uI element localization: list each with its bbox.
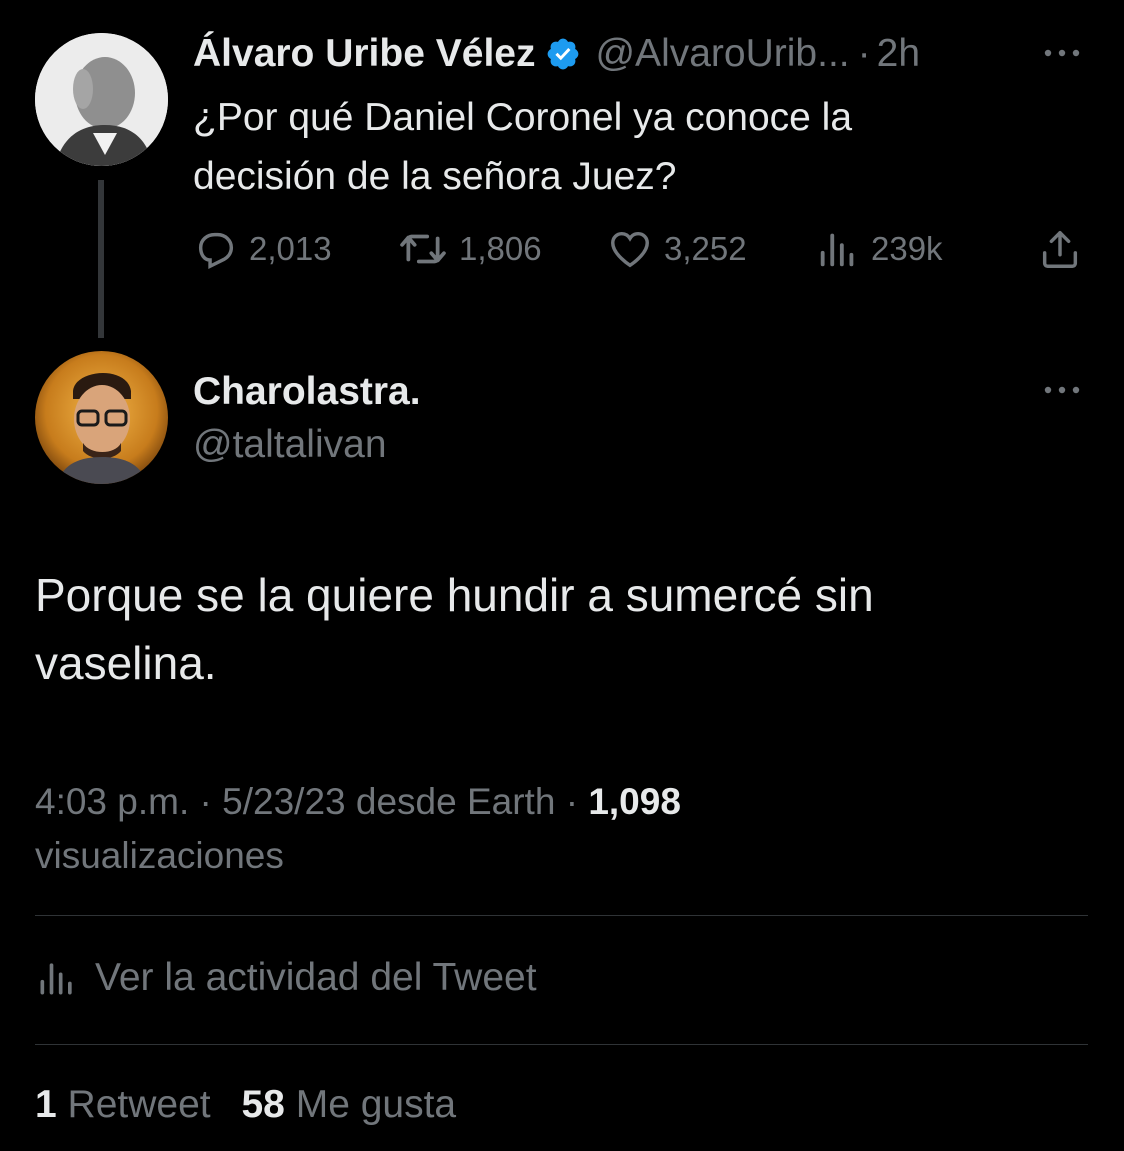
tweet-activity-link[interactable]: Ver la actividad del Tweet xyxy=(35,950,537,1006)
parent-header: Álvaro Uribe Vélez @AlvaroUrib... · 2h xyxy=(193,30,920,78)
reply-more-icon[interactable] xyxy=(1040,375,1084,405)
reply-button[interactable]: 2,013 xyxy=(193,224,332,274)
retweet-total-label: Retweet xyxy=(67,1083,211,1126)
meta-views-label: visualizaciones xyxy=(35,835,284,876)
views-button[interactable]: 239k xyxy=(815,224,943,274)
engagement-stats: 1 Retweet 58 Me gusta xyxy=(35,1078,456,1132)
activity-label: Ver la actividad del Tweet xyxy=(95,956,537,999)
retweet-count: 1,806 xyxy=(459,230,542,267)
parent-time[interactable]: 2h xyxy=(877,32,920,76)
meta-time[interactable]: 4:03 p.m. xyxy=(35,781,189,822)
reply-count: 2,013 xyxy=(249,230,332,267)
like-total-count: 58 xyxy=(241,1083,285,1126)
parent-text: ¿Por qué Daniel Coronel ya conoce la dec… xyxy=(193,88,852,206)
divider-top xyxy=(35,915,1088,916)
reply-author-name[interactable]: Charolastra. xyxy=(193,368,421,416)
parent-text-line2: decisión de la señora Juez? xyxy=(193,155,677,198)
retweet-button[interactable]: 1,806 xyxy=(397,224,542,274)
activity-icon xyxy=(40,963,72,995)
like-total-label: Me gusta xyxy=(295,1083,457,1126)
like-button[interactable]: 3,252 xyxy=(606,224,747,274)
meta-separator-2: · xyxy=(565,781,579,822)
verified-badge-icon xyxy=(548,38,579,70)
meta-date-source: 5/23/23 desde Earth xyxy=(222,781,556,822)
parent-separator: · xyxy=(857,32,871,75)
meta-views-count: 1,098 xyxy=(588,781,681,822)
parent-text-line1: ¿Por qué Daniel Coronel ya conoce la xyxy=(193,96,853,139)
reply-text-line2: vaselina. xyxy=(35,637,217,689)
parent-handle[interactable]: @AlvaroUrib... xyxy=(595,32,849,76)
views-count: 239k xyxy=(871,230,943,267)
retweet-total[interactable]: 1 Retweet xyxy=(35,1083,221,1126)
share-button[interactable] xyxy=(1036,226,1084,277)
reply-handle[interactable]: @taltalivan xyxy=(193,421,387,469)
meta-separator-1: · xyxy=(199,781,212,822)
divider-bottom xyxy=(35,1044,1088,1045)
retweet-total-count: 1 xyxy=(35,1083,57,1126)
reply-icon xyxy=(198,232,234,270)
share-icon xyxy=(1042,230,1078,268)
views-icon xyxy=(820,233,854,267)
like-icon xyxy=(611,231,649,268)
reply-avatar[interactable] xyxy=(35,351,168,484)
like-total[interactable]: 58 Me gusta xyxy=(241,1083,456,1126)
reply-meta: 4:03 p.m. · 5/23/23 desde Earth · 1,098 … xyxy=(35,775,1085,883)
reply-avatar-image xyxy=(35,351,168,484)
reply-text-line1: Porque se la quiere hundir a sumercé sin xyxy=(35,569,874,621)
parent-author-name[interactable]: Álvaro Uribe Vélez xyxy=(193,32,535,76)
reply-text: Porque se la quiere hundir a sumercé sin… xyxy=(35,561,874,697)
retweet-icon xyxy=(400,234,446,264)
thread-line xyxy=(98,180,104,338)
like-count: 3,252 xyxy=(664,230,747,267)
parent-more-icon[interactable] xyxy=(1040,38,1084,68)
parent-avatar[interactable] xyxy=(35,33,168,166)
parent-avatar-image xyxy=(35,33,168,166)
